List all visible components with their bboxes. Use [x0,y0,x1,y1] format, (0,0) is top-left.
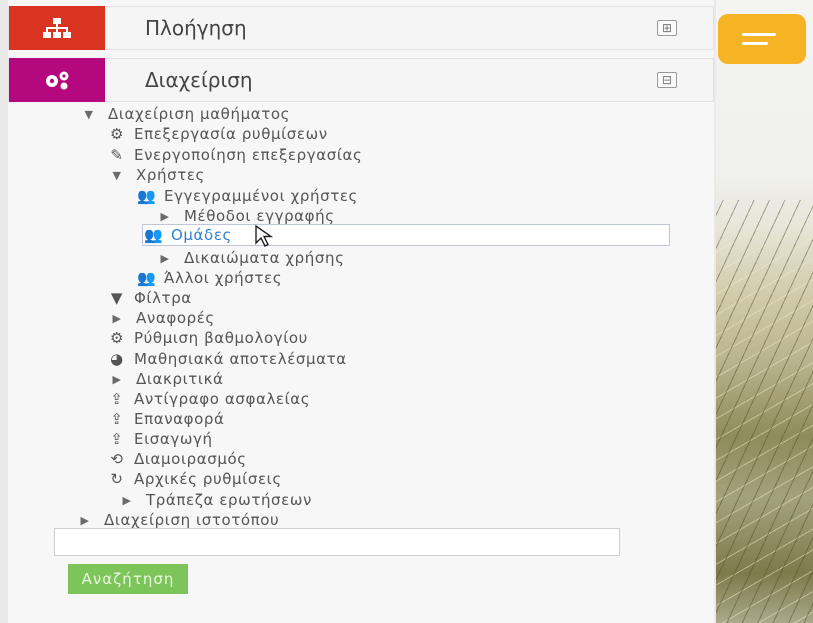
caret-right-icon: ▶ [112,372,122,386]
caret-down-icon: ▼ [112,168,122,182]
tree-item-gradebook-setup[interactable]: ⚙ Ρύθμιση βαθμολογίου [106,328,308,348]
admin-search-input[interactable] [54,528,620,556]
admin-block-header[interactable]: Διαχείριση ⊟ [8,58,714,102]
tree-item-outcomes[interactable]: ◕ Μαθησιακά αποτελέσματα [106,349,347,369]
tree-item-users[interactable]: ▼ Χρήστες [106,165,205,185]
tree-item-badges[interactable]: ▶ Διακριτικά [106,369,224,389]
background-grass [716,200,813,623]
gear-icon: ⚙ [109,329,125,347]
caret-right-icon: ▶ [112,311,122,325]
admin-dock-toggle[interactable]: ⊟ [657,72,677,88]
pie-chart-icon: ◕ [110,350,124,368]
admin-block-title: Διαχείριση [145,68,253,92]
tree-item-reset[interactable]: ↻ Αρχικές ρυθμίσεις [106,469,282,489]
tree-item-turn-editing-on[interactable]: ✎ Ενεργοποίηση επεξεργασίας [106,145,362,165]
users-icon: 👥 [137,187,157,205]
cogs-icon [9,58,105,102]
tree-item-restore[interactable]: ⇪ Επαναφορά [106,409,225,429]
hamburger-menu-button[interactable] [718,14,806,64]
tree-item-enrolment-methods[interactable]: ▶ Μέθοδοι εγγραφής [154,206,335,226]
tree-item-site-admin[interactable]: ▶ Διαχείριση ιστοτόπου [74,510,279,530]
tree-item-enrolled-users[interactable]: 👥 Εγγεγραμμένοι χρήστες [136,186,358,206]
group-icon: 👥 [144,226,164,244]
reset-icon: ↻ [110,470,124,488]
tree-item-groups[interactable]: 👥 Ομάδες [142,224,670,246]
navigation-dock-toggle[interactable]: ⊞ [657,20,677,36]
tree-item-share[interactable]: ⟲ Διαμοιρασμός [106,449,247,469]
tree-item-reports[interactable]: ▶ Αναφορές [106,308,215,328]
upload-icon: ⇪ [110,390,124,408]
tree-item-course-admin[interactable]: ▼ Διαχείριση μαθήματος [78,104,290,124]
users-icon: 👥 [137,269,157,287]
share-icon: ⟲ [110,450,124,468]
filter-icon: ▼ [110,289,124,307]
tree-item-permissions[interactable]: ▶ Δικαιώματα χρήσης [154,248,345,268]
tree-item-backup[interactable]: ⇪ Αντίγραφο ασφαλείας [106,389,310,409]
navigation-block-header[interactable]: Πλοήγηση ⊞ [8,6,714,50]
tree-item-edit-settings[interactable]: ⚙ Επεξεργασία ρυθμίσεων [106,124,328,144]
upload-icon: ⇪ [110,430,124,448]
caret-right-icon: ▶ [160,209,170,223]
gear-icon: ⚙ [109,125,125,143]
caret-down-icon: ▼ [84,107,94,121]
tree-item-other-users[interactable]: 👥 Άλλοι χρήστες [136,268,282,288]
tree-item-filters[interactable]: ▼ Φίλτρα [106,288,192,308]
sitemap-icon [9,6,105,50]
navigation-block-title: Πλοήγηση [145,16,247,40]
caret-right-icon: ▶ [122,493,132,507]
search-button[interactable]: Αναζήτηση [68,564,188,594]
mouse-cursor-icon [254,224,276,254]
tree-item-import[interactable]: ⇪ Εισαγωγή [106,429,213,449]
upload-icon: ⇪ [110,410,124,428]
pencil-icon: ✎ [110,146,124,164]
tree-item-question-bank[interactable]: ▶ Τράπεζα ερωτήσεων [116,490,312,510]
caret-right-icon: ▶ [160,251,170,265]
caret-right-icon: ▶ [80,513,90,527]
